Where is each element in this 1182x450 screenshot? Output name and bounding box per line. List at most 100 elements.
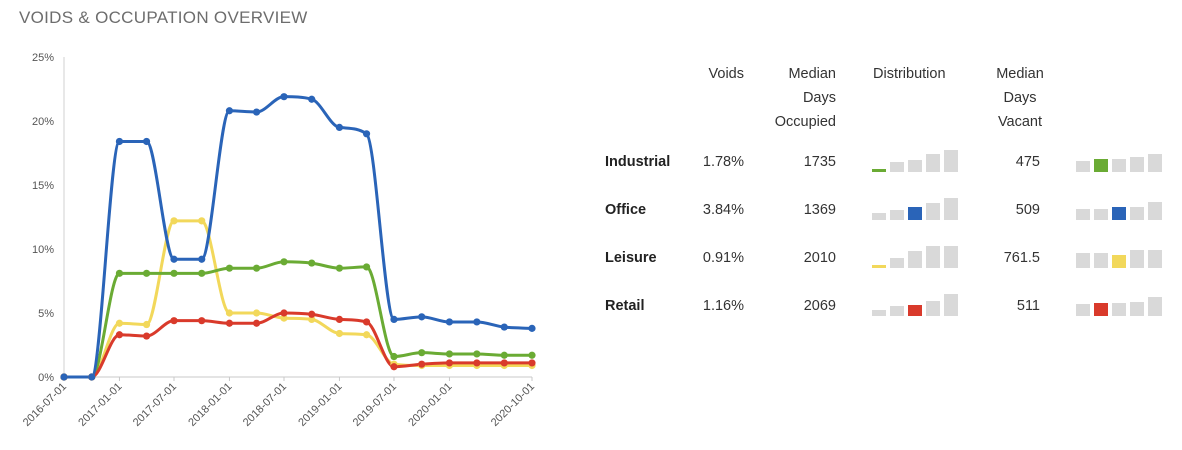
row-voids: 1.16% [702, 298, 744, 314]
data-point [445, 359, 454, 367]
data-point [170, 317, 178, 325]
x-tick-label: 2019-01-01 [296, 381, 344, 429]
sparkline-bar [872, 213, 886, 220]
header-voids: Voids [708, 66, 744, 82]
data-point [445, 318, 454, 326]
row-name: Industrial [605, 154, 671, 170]
sparkline-bar-highlight [1094, 303, 1108, 316]
data-point [280, 309, 288, 317]
sparkline-bar [872, 310, 886, 316]
sparkline-bar [890, 306, 904, 316]
data-point [142, 332, 151, 340]
row-median-vacant: 509 [1015, 202, 1040, 218]
sparkline-bar [1148, 154, 1162, 172]
data-point [335, 315, 344, 323]
data-point [528, 351, 536, 359]
y-tick-label: 15% [32, 180, 54, 192]
data-point [170, 217, 178, 225]
data-point [198, 255, 206, 263]
sparkline-bar-highlight [1094, 159, 1108, 172]
header-median-vacant: Median Days Vacant [996, 66, 1044, 130]
sparkline-bar [926, 246, 940, 268]
data-point [308, 95, 316, 103]
table-row: Leisure 0.91% 2010 761.5 [600, 246, 1170, 270]
distribution-sparkline [872, 150, 962, 174]
data-point [473, 359, 481, 367]
data-point [473, 350, 481, 358]
sparkline-bar [1112, 303, 1126, 316]
data-point [335, 329, 344, 338]
sparkline-bar [926, 154, 940, 172]
data-point [115, 331, 124, 339]
data-point [252, 108, 261, 116]
x-tick-label: 2019-07-01 [351, 381, 399, 429]
distribution-sparkline [872, 198, 962, 222]
vacant-sparkline [1076, 150, 1166, 174]
table-row: Retail 1.16% 2069 511 [600, 294, 1170, 318]
distribution-sparkline [872, 246, 962, 270]
y-tick-label: 0% [38, 372, 54, 384]
x-tick-label: 2017-01-01 [76, 381, 124, 429]
data-point [362, 318, 371, 326]
header-distribution: Distribution [873, 66, 946, 82]
sparkline-bar [1076, 253, 1090, 268]
data-point [528, 359, 536, 367]
sparkline-bar [908, 251, 922, 268]
data-point [418, 349, 426, 357]
sparkline-bar-highlight [1112, 207, 1126, 220]
sparkline-bar [1130, 302, 1144, 316]
row-median-vacant: 511 [1016, 298, 1040, 314]
data-point [198, 317, 206, 325]
sparkline-bar-highlight [908, 305, 922, 316]
row-median-occupied: 2069 [803, 298, 836, 314]
data-point [115, 269, 124, 277]
x-tick-label: 2020-01-01 [406, 381, 454, 429]
sparkline-bar-highlight [872, 169, 886, 172]
sparkline-bar [1112, 159, 1126, 172]
data-point [280, 93, 288, 101]
row-median-vacant: 761.5 [1003, 250, 1040, 266]
sparkline-bar [1148, 297, 1162, 316]
y-tick-label: 25% [32, 52, 54, 64]
y-tick-label: 5% [38, 308, 54, 320]
data-point [418, 360, 426, 368]
x-tick-label: 2020-10-01 [489, 381, 537, 429]
x-tick-label: 2018-01-01 [186, 381, 234, 429]
row-name: Leisure [605, 250, 657, 266]
vacant-sparkline [1076, 246, 1166, 270]
data-point [500, 359, 508, 367]
data-point [142, 137, 151, 146]
data-point [88, 373, 96, 381]
data-point [418, 313, 426, 321]
data-point [225, 264, 234, 272]
sparkline-bar [890, 258, 904, 268]
distribution-sparkline [872, 294, 962, 318]
data-point [335, 123, 344, 131]
row-voids: 3.84% [702, 202, 744, 218]
sparkline-bar [1148, 250, 1162, 268]
data-point [500, 351, 508, 359]
data-point [142, 320, 151, 329]
sparkline-bar-highlight [872, 265, 886, 268]
sparkline-bar [1076, 209, 1090, 220]
x-tick-label: 2017-07-01 [131, 381, 179, 429]
sparkline-bar [1130, 207, 1144, 220]
data-point [115, 137, 124, 146]
sparkline-bar [1076, 304, 1090, 316]
data-point [390, 352, 398, 361]
y-tick-label: 20% [32, 116, 54, 128]
data-point [115, 319, 124, 327]
sparkline-bar [1148, 202, 1162, 220]
data-point [390, 315, 398, 323]
x-tick-label: 2018-07-01 [241, 381, 289, 429]
sparkline-bar [890, 162, 904, 172]
sparkline-bar [944, 294, 958, 316]
data-point [308, 259, 316, 267]
voids-line-chart: 0% 5% 10% 15% 20% 25% 2016-07-01 2017-01-01 2017… [21, 52, 537, 429]
sparkline-bar [944, 246, 958, 268]
row-name: Office [605, 202, 647, 218]
data-point [445, 350, 454, 358]
sparkline-bar-highlight [1112, 255, 1126, 268]
data-point [225, 309, 234, 317]
x-tick-label: 2016-07-01 [21, 381, 69, 429]
